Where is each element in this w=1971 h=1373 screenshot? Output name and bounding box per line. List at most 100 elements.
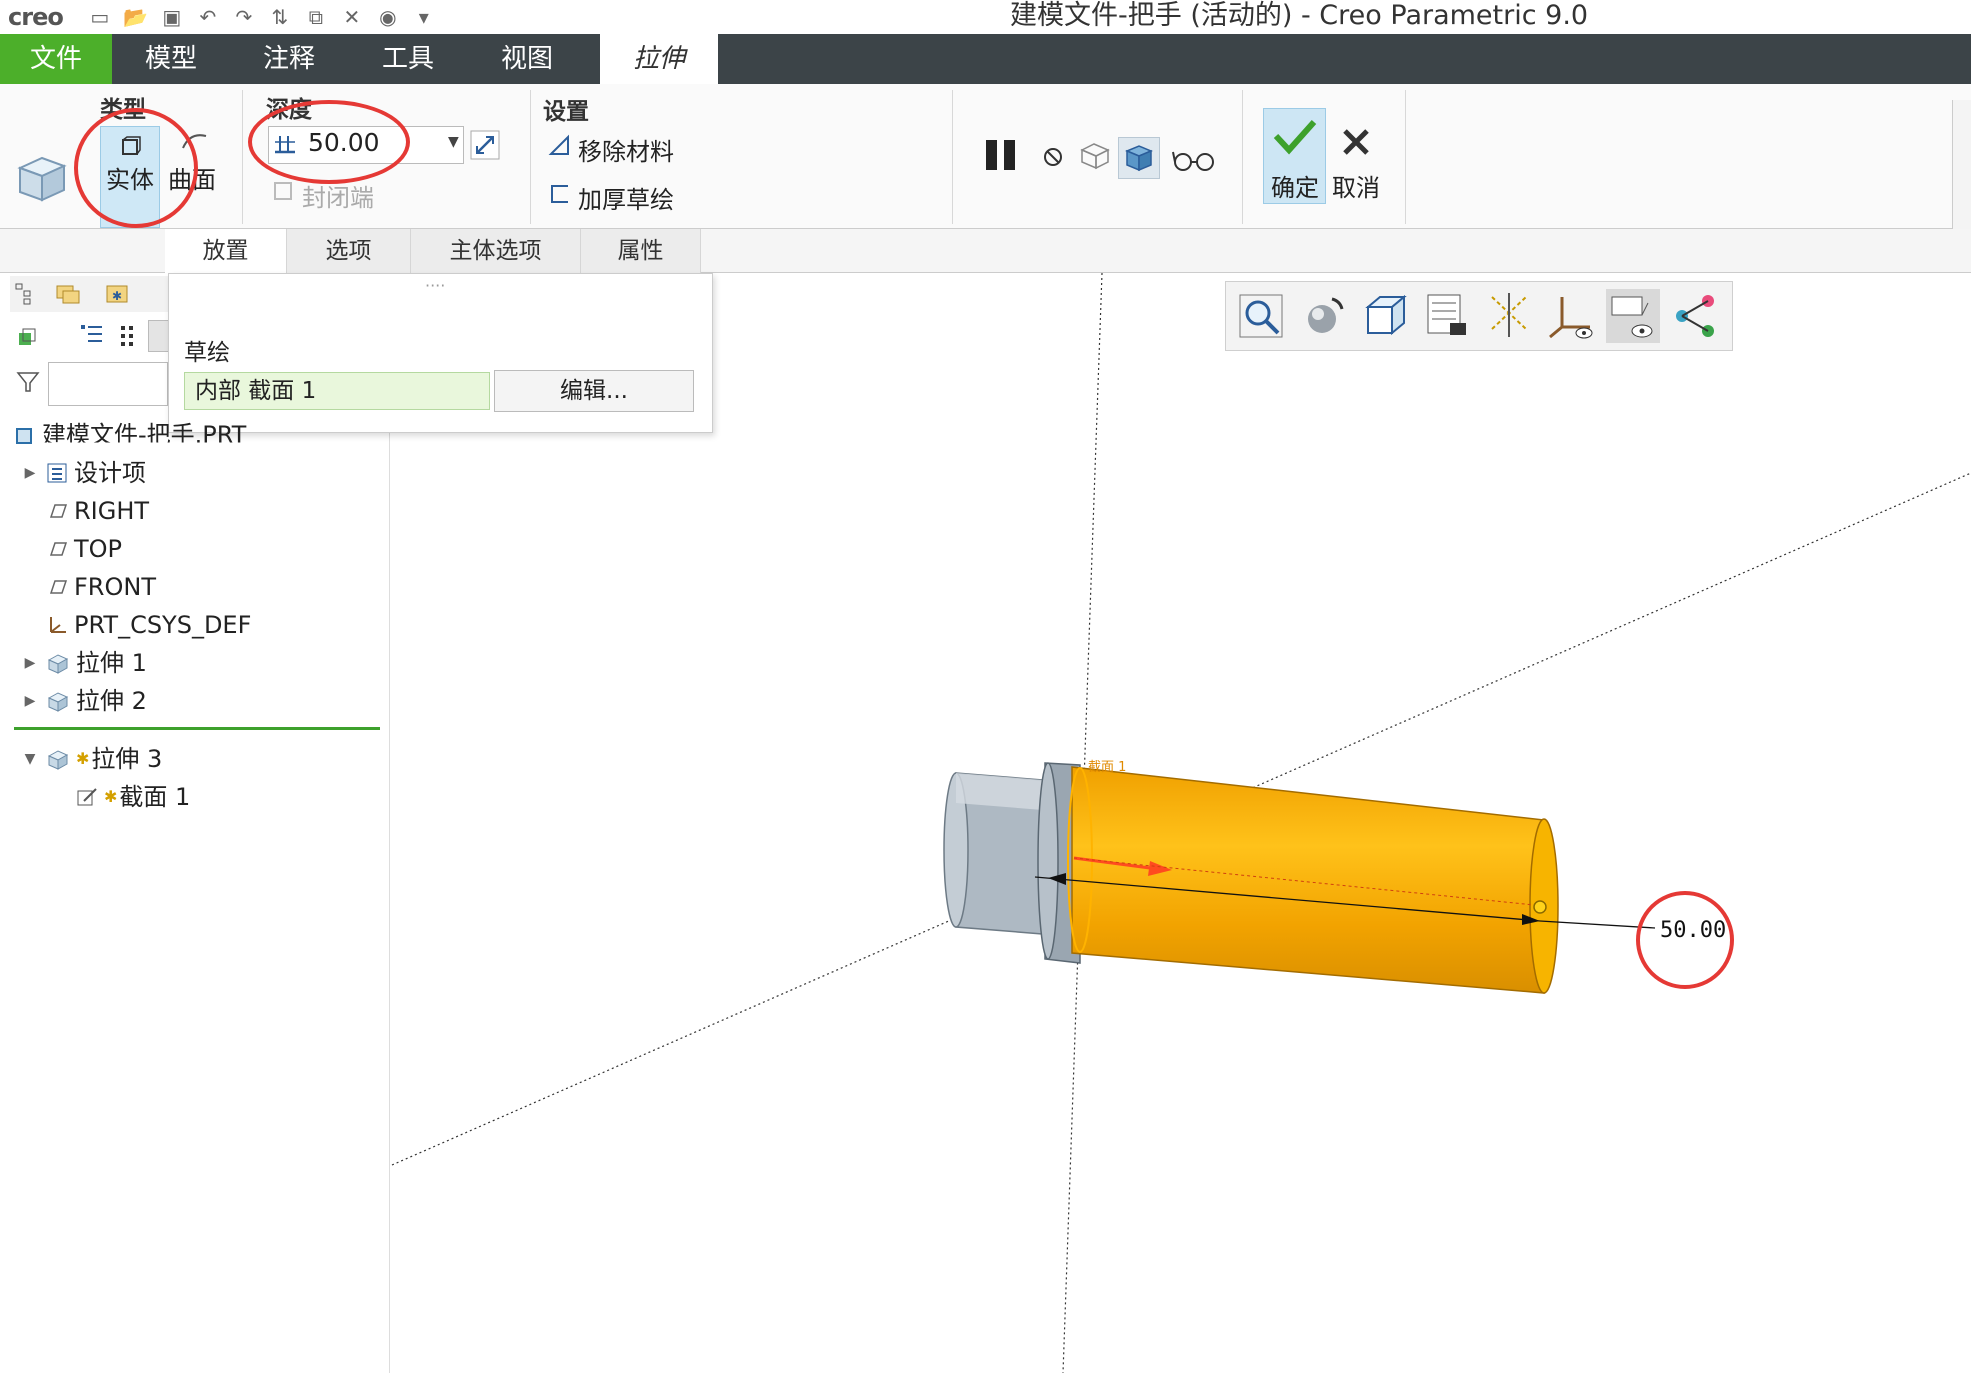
folder-browser-tab-icon[interactable] — [54, 280, 82, 306]
redo-icon[interactable]: ↷ — [231, 4, 257, 30]
divider — [530, 90, 531, 224]
csys-display-icon[interactable] — [1544, 289, 1598, 343]
datum-plane-icon — [49, 542, 68, 556]
divider — [952, 90, 953, 224]
tab-annotate[interactable]: 注释 — [230, 34, 348, 84]
tree-item-label: RIGHT — [74, 497, 150, 525]
tree-item-front[interactable]: FRONT — [46, 570, 156, 604]
tree-settings-button[interactable] — [148, 320, 170, 352]
close-window-icon[interactable]: ✕ — [339, 4, 365, 30]
tree-item-label: PRT_CSYS_DEF — [74, 611, 252, 639]
flip-direction-icon[interactable] — [470, 130, 500, 160]
depth-dimension-value[interactable]: 50.00 — [1660, 918, 1726, 943]
new-feature-star-icon: ✱ — [76, 749, 90, 768]
model-tree-tab-icon[interactable] — [14, 282, 36, 306]
depth-dropdown-arrow[interactable]: ▼ — [448, 134, 459, 150]
expand-arrow-icon[interactable]: ▶ — [20, 456, 40, 490]
datum-display-icon[interactable] — [1482, 289, 1536, 343]
divider — [1242, 90, 1243, 224]
glasses-preview-icon[interactable] — [1172, 146, 1216, 172]
sketch-icon — [77, 788, 97, 806]
extrude-icon — [47, 750, 69, 770]
appearance-icon[interactable]: ◉ — [375, 4, 401, 30]
regenerate-icon[interactable]: ⇅ — [267, 4, 293, 30]
thicken-sketch-icon[interactable] — [548, 182, 572, 206]
cancel-label[interactable]: 取消 — [1332, 168, 1380, 203]
csys-icon — [50, 617, 66, 633]
settings-group-label: 设置 — [543, 99, 589, 125]
collapse-arrow-icon[interactable]: ▼ — [20, 742, 40, 776]
tab-model[interactable]: 模型 — [112, 34, 230, 84]
depth-drag-handle[interactable] — [1533, 900, 1547, 914]
tree-item-right[interactable]: RIGHT — [46, 494, 149, 528]
tab-extrude[interactable]: 拉伸 — [600, 34, 718, 84]
tab-options[interactable]: 选项 — [287, 229, 411, 273]
part-icon — [16, 428, 32, 444]
refit-zoom-icon[interactable] — [1234, 289, 1288, 343]
spin-center-icon[interactable] — [1296, 289, 1350, 343]
section-tag: 截面 1 — [1088, 760, 1126, 775]
tree-item-section-1[interactable]: ✱ 截面 1 — [76, 780, 190, 814]
flange-face — [1037, 762, 1059, 960]
expand-arrow-icon[interactable]: ▶ — [20, 684, 40, 718]
divider — [242, 90, 243, 224]
tab-body-options[interactable]: 主体选项 — [411, 229, 581, 273]
undo-icon[interactable]: ↶ — [195, 4, 221, 30]
customize-qat-icon[interactable]: ▾ — [411, 4, 437, 30]
remove-material-icon[interactable] — [548, 134, 572, 158]
tree-item-extrude-1[interactable]: ▶ 拉伸 1 — [20, 646, 147, 680]
tree-root[interactable]: 建模文件-把手.PRT — [14, 418, 246, 452]
extrude-icon — [47, 692, 69, 712]
tab-properties[interactable]: 属性 — [581, 229, 701, 273]
saved-orientation-icon[interactable] — [1420, 289, 1474, 343]
spin-center-display-icon[interactable] — [1668, 289, 1722, 343]
tab-tools[interactable]: 工具 — [348, 34, 468, 84]
no-preview-icon[interactable] — [1042, 146, 1064, 168]
tree-item-label: FRONT — [74, 573, 156, 601]
show-icon[interactable] — [16, 326, 38, 348]
divider — [1405, 90, 1406, 224]
named-views-icon[interactable] — [1358, 289, 1412, 343]
tree-filters-icon[interactable] — [80, 322, 104, 350]
checkmark-icon — [1273, 120, 1317, 155]
pause-icon[interactable] — [984, 138, 1018, 172]
close-ends-icon — [274, 182, 292, 200]
cancel-x-icon[interactable] — [1340, 126, 1372, 158]
tab-view[interactable]: 视图 — [468, 34, 586, 84]
sketch-label: 草绘 — [184, 340, 230, 366]
open-file-icon[interactable]: 📂 — [123, 4, 149, 30]
tree-item-extrude-2[interactable]: ▶ 拉伸 2 — [20, 684, 147, 718]
tree-item-top[interactable]: TOP — [46, 532, 122, 566]
new-file-icon[interactable]: ▭ — [87, 4, 113, 30]
tab-placement[interactable]: 放置 — [165, 229, 287, 273]
tree-item-csys[interactable]: PRT_CSYS_DEF — [46, 608, 251, 642]
tree-item-extrude-3[interactable]: ▼ ✱ 拉伸 3 — [20, 742, 163, 776]
insert-indicator[interactable] — [14, 727, 380, 730]
tree-root-label: 建模文件-把手.PRT — [42, 421, 247, 449]
highlight-depth-circle — [248, 100, 410, 184]
favorites-tab-icon[interactable]: ✱ — [104, 280, 130, 306]
tab-file[interactable]: 文件 — [0, 34, 112, 84]
annotation-display-icon[interactable] — [1606, 289, 1660, 343]
graphics-viewport[interactable]: 截面 1 50.00 — [390, 273, 1971, 1373]
tree-item-label: 拉伸 1 — [76, 649, 147, 677]
thicken-sketch-label[interactable]: 加厚草绘 — [578, 180, 674, 215]
remove-material-label[interactable]: 移除材料 — [578, 132, 674, 167]
extrude-icon — [47, 654, 69, 674]
filter-icon[interactable] — [16, 370, 40, 394]
datum-plane-icon — [49, 580, 68, 594]
tree-item-label: 设计项 — [74, 459, 146, 487]
tree-item-label: 拉伸 3 — [91, 745, 163, 773]
expand-arrow-icon[interactable]: ▶ — [20, 646, 40, 680]
ok-label: 确定 — [1271, 174, 1319, 202]
save-icon[interactable]: ▣ — [159, 4, 185, 30]
highlight-solid-circle — [74, 108, 198, 228]
extrude-preview-body — [1071, 766, 1545, 994]
separate-preview-icon[interactable] — [1078, 140, 1112, 172]
graphics-toolbar — [1225, 281, 1733, 351]
windows-icon[interactable]: ⧉ — [303, 4, 329, 30]
tree-item-design-items[interactable]: ▶ 设计项 — [20, 456, 146, 490]
window-title: 建模文件-把手 (活动的) - Creo Parametric 9.0 — [1010, 0, 1589, 31]
tree-columns-icon[interactable] — [118, 322, 138, 350]
tree-search-input[interactable] — [48, 362, 168, 406]
